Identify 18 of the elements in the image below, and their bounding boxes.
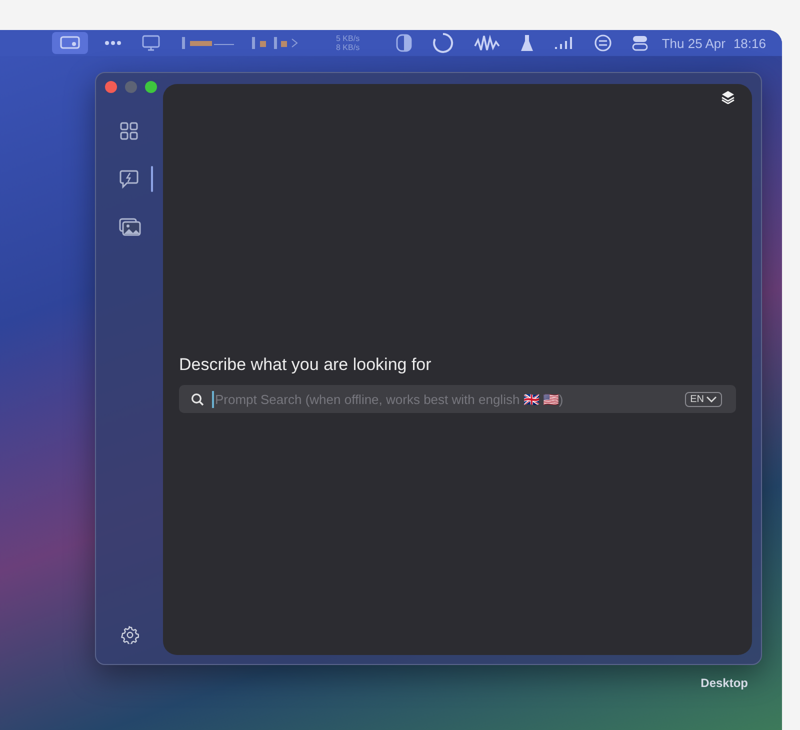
layers-icon[interactable] [721, 90, 735, 104]
chevron-icon [706, 396, 717, 402]
settings-icon[interactable] [120, 626, 138, 644]
desktop-label: Desktop [700, 676, 748, 690]
upload-speed: 5 KB/s [336, 34, 360, 43]
display-menu-icon[interactable] [52, 32, 88, 54]
prompt-heading: Describe what you are looking for [179, 355, 432, 375]
search-icon [191, 392, 204, 406]
menu-time: 18:16 [733, 36, 766, 50]
chat-nav-icon[interactable] [118, 169, 138, 189]
download-speed: 8 KB/s [336, 43, 360, 52]
search-field[interactable]: Prompt Search (when offline, works best with english 🇬🇧 🇺🇸) EN [179, 385, 736, 413]
menu-date: Thu 25 Apr [662, 36, 726, 50]
zoom-button[interactable] [145, 81, 157, 93]
language-dropdown[interactable]: EN [685, 392, 722, 406]
close-button[interactable] [105, 81, 117, 93]
grid-nav-icon[interactable] [118, 121, 138, 141]
gallery-nav-icon[interactable] [118, 217, 140, 237]
